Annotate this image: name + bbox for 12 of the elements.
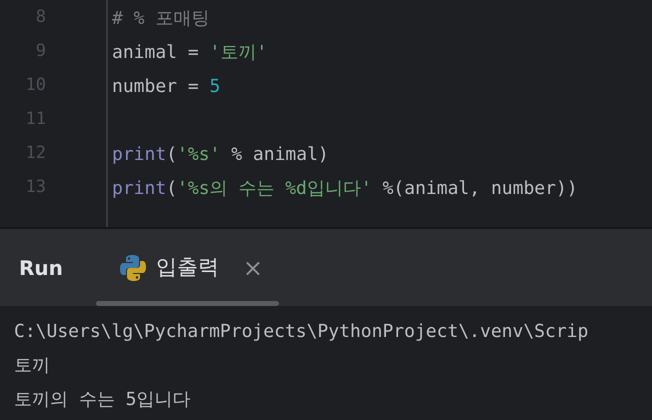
console-line: C:\Users\lg\PycharmProjects\PythonProject\.venv\Scrip <box>14 320 588 344</box>
code-line: print('%s' % animal) <box>112 142 329 166</box>
code-line: # % 포매팅 <box>112 6 210 30</box>
code-line: number = 5 <box>112 74 220 98</box>
python-logo-icon <box>120 254 146 282</box>
run-tab[interactable]: 입출력 × <box>96 229 287 306</box>
code-line: animal = '토끼' <box>112 40 268 64</box>
code-line: print('%s의 수는 %d입니다' %(animal, number)) <box>112 176 578 200</box>
panel-title: Run <box>19 254 63 282</box>
close-button[interactable]: × <box>242 256 263 280</box>
console-line: 토끼의 수는 5입니다 <box>14 388 191 412</box>
console-line: 토끼 <box>14 354 50 378</box>
